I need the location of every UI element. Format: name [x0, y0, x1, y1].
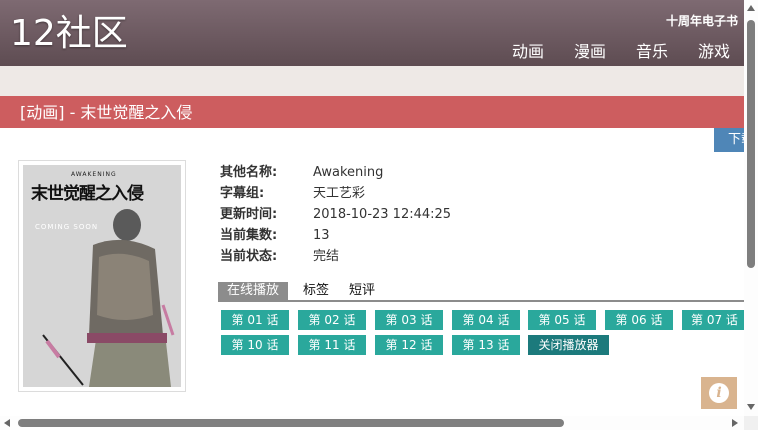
info-value: Awakening: [313, 165, 384, 180]
episode-button-10[interactable]: 第 10 话: [221, 335, 289, 355]
nav-item-anime[interactable]: 动画: [512, 38, 544, 62]
info-label: 当前集数:: [220, 228, 278, 243]
info-label: 当前状态:: [220, 249, 278, 264]
tab-reviews[interactable]: 短评: [340, 282, 384, 300]
episode-button-12[interactable]: 第 12 话: [375, 335, 443, 355]
site-header: 12社区 十周年电子书 动画 漫画 音乐 游戏: [0, 0, 744, 66]
episode-button-04[interactable]: 第 04 话: [452, 310, 520, 330]
info-value: 2018-10-23 12:44:25: [313, 207, 452, 222]
nav-item-manga[interactable]: 漫画: [574, 38, 606, 62]
info-label: 更新时间:: [220, 207, 278, 222]
download-button[interactable]: 下载: [714, 128, 744, 152]
horizontal-scroll-thumb[interactable]: [18, 419, 564, 427]
info-value: 13: [313, 228, 330, 243]
poster-coming-soon: COMING SOON: [35, 223, 99, 231]
scroll-left-arrow-icon[interactable]: [4, 419, 10, 427]
tab-online-play[interactable]: 在线播放: [218, 282, 289, 300]
info-icon: i: [709, 383, 729, 403]
episode-button-06[interactable]: 第 06 话: [605, 310, 673, 330]
episode-button-13[interactable]: 第 13 话: [452, 335, 520, 355]
info-row-fansub: 字幕组: 天工艺彩: [220, 183, 451, 204]
episode-button-07[interactable]: 第 07 话: [682, 310, 744, 330]
main-nav: 动画 漫画 音乐 游戏: [482, 38, 744, 62]
poster-image: AWAKENING 末世觉醒之入侵 COMING SOON: [23, 165, 181, 387]
detail-tabs: 在线播放 标签 短评: [218, 282, 744, 302]
info-row-updated: 更新时间: 2018-10-23 12:44:25: [220, 204, 451, 225]
tab-tags[interactable]: 标签: [294, 282, 338, 300]
vertical-scrollbar[interactable]: [744, 0, 758, 416]
info-row-status: 当前状态: 完结: [220, 246, 451, 267]
episode-button-02[interactable]: 第 02 话: [298, 310, 366, 330]
header-stripe: [0, 66, 744, 96]
poster-title: 末世觉醒之入侵: [31, 184, 144, 204]
poster-frame: AWAKENING 末世觉醒之入侵 COMING SOON: [18, 160, 186, 392]
episode-button-01[interactable]: 第 01 话: [221, 310, 289, 330]
info-row-alias: 其他名称: Awakening: [220, 162, 451, 183]
page-title: [动画] - 末世觉醒之入侵: [0, 96, 744, 128]
scroll-right-arrow-icon[interactable]: [732, 419, 738, 427]
vertical-scroll-thumb[interactable]: [747, 20, 755, 268]
info-label: 字幕组:: [220, 186, 265, 201]
info-value: 完结: [313, 249, 340, 264]
nav-item-games[interactable]: 游戏: [698, 38, 730, 62]
scrollbar-corner: [744, 416, 758, 430]
horizontal-scrollbar[interactable]: [0, 416, 744, 430]
nav-item-music[interactable]: 音乐: [636, 38, 668, 62]
info-float-button[interactable]: i: [701, 377, 737, 409]
site-logo[interactable]: 12社区: [10, 12, 128, 56]
episode-button-05[interactable]: 第 05 话: [528, 310, 596, 330]
episode-button-11[interactable]: 第 11 话: [298, 335, 366, 355]
scroll-up-arrow-icon[interactable]: [747, 5, 755, 11]
episode-button-03[interactable]: 第 03 话: [375, 310, 443, 330]
close-player-button[interactable]: 关闭播放器: [528, 335, 609, 355]
info-label: 其他名称:: [220, 165, 278, 180]
poster-subtitle: AWAKENING: [71, 171, 117, 178]
anime-info: 其他名称: Awakening 字幕组: 天工艺彩 更新时间: 2018-10-…: [220, 162, 451, 267]
info-row-episodes: 当前集数: 13: [220, 225, 451, 246]
ebook-link[interactable]: 十周年电子书: [666, 12, 738, 29]
scroll-down-arrow-icon[interactable]: [747, 404, 755, 410]
info-value: 天工艺彩: [313, 186, 366, 201]
